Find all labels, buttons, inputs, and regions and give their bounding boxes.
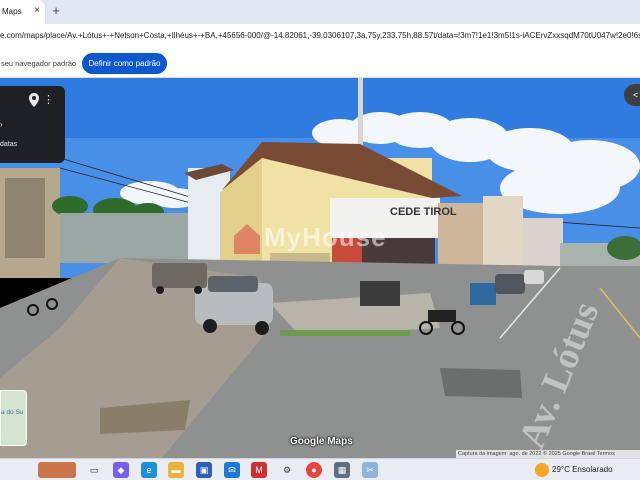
minimap-label: a do Su: [1, 409, 24, 416]
screen: Maps × + e.com/maps/place/Av.+Lótus+-+Ne…: [0, 0, 640, 480]
parked-car-2: [524, 270, 544, 284]
copilot-icon[interactable]: ◆: [113, 462, 129, 478]
sun-icon: [535, 463, 549, 477]
snipping-tool-icon[interactable]: ✂: [362, 462, 378, 478]
mini-map[interactable]: a do Su: [0, 390, 27, 446]
weather-widget-icon[interactable]: [38, 462, 76, 478]
grass-strip: [280, 330, 410, 336]
new-tab-icon[interactable]: +: [50, 4, 62, 17]
tab-maps[interactable]: Maps ×: [0, 0, 45, 24]
edge-icon[interactable]: e: [141, 462, 157, 478]
default-browser-infobar: seu navegador padrão Definir como padrão: [0, 49, 640, 78]
parked-car: [495, 274, 525, 294]
left-building-facade: [5, 178, 45, 258]
set-default-button[interactable]: Definir como padrão: [82, 53, 167, 74]
see-dates-link[interactable]: datas: [0, 141, 17, 148]
mid-left-buildings: [60, 213, 190, 263]
street-view[interactable]: Av. Lótus: [0, 78, 640, 460]
taskbar: ▭ ◆ e ▬ ▣ ✉ M ⚙ ● ▦ ✂ 29°C Ensolarado: [0, 458, 640, 480]
task-view-icon[interactable]: ▭: [86, 462, 102, 478]
url-text[interactable]: e.com/maps/place/Av.+Lótus+-+Nelson+Cost…: [0, 31, 640, 40]
store-icon[interactable]: ▣: [196, 462, 212, 478]
share-button[interactable]: <: [624, 84, 640, 106]
google-maps-logo: Google Maps: [290, 436, 353, 447]
file-explorer-icon[interactable]: ▬: [168, 462, 184, 478]
tab-title: Maps: [2, 7, 22, 16]
chrome-icon[interactable]: ●: [306, 462, 322, 478]
calculator-icon[interactable]: ▦: [334, 462, 350, 478]
blue-bin: [470, 283, 496, 305]
mcafee-icon[interactable]: M: [251, 462, 267, 478]
location-pin-icon[interactable]: [29, 93, 39, 107]
settings-gear-icon[interactable]: ⚙: [279, 462, 295, 478]
infobar-message: seu navegador padrão: [1, 59, 77, 68]
shop-sign-text: CEDE TIROL: [390, 206, 457, 218]
weather-status[interactable]: 29°C Ensolarado: [552, 465, 613, 474]
market-cart: [360, 281, 400, 306]
tab-strip: Maps × +: [0, 0, 640, 24]
address-bar[interactable]: e.com/maps/place/Av.+Lótus+-+Nelson+Cost…: [0, 24, 640, 49]
mail-icon[interactable]: ✉: [224, 462, 240, 478]
asphalt-patch: [440, 368, 522, 398]
house-watermark-icon: [234, 224, 260, 254]
myhouse-watermark: MyHouse: [264, 222, 387, 252]
chevron-right-icon[interactable]: ›: [0, 120, 3, 129]
more-options-icon[interactable]: ⋮: [43, 93, 54, 107]
close-tab-icon[interactable]: ×: [31, 5, 43, 17]
street-view-info-panel: ⋮ › datas: [0, 86, 65, 163]
share-icon: <: [633, 90, 639, 100]
